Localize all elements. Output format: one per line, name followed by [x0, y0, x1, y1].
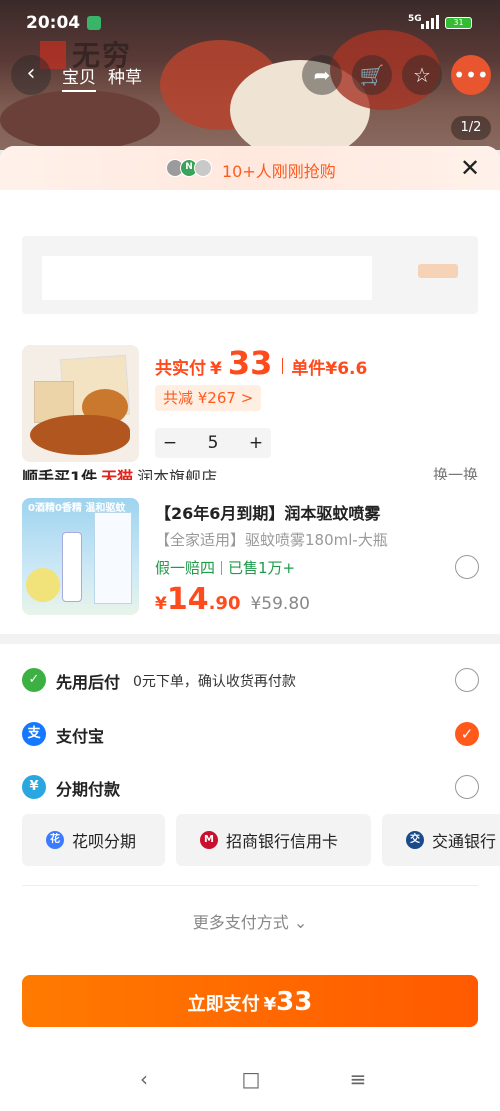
redacted-address: [42, 256, 372, 300]
installment-bocom[interactable]: 交交通银行: [382, 814, 500, 866]
image-shape: [30, 415, 130, 455]
recent-buyers-banner: N 10+人刚刚抢购 ✕: [0, 146, 500, 190]
image-counter: 1/2: [451, 116, 491, 140]
bocom-bank-icon: 交: [406, 831, 424, 849]
image-shape: [62, 532, 82, 602]
price-currency: ¥: [155, 594, 167, 614]
addon-product-title: 【26年6月到期】润本驱蚊喷雾: [155, 504, 381, 523]
image-shape: [94, 512, 132, 604]
more-payment-label: 更多支付方式: [192, 913, 289, 932]
payment-label: 分期付款: [56, 780, 121, 799]
tab-zhongcao[interactable]: 种草: [108, 63, 142, 92]
address-card[interactable]: [22, 236, 478, 314]
back-nav-icon[interactable]: ‹: [129, 1064, 159, 1094]
unit-price: 单件¥6.6: [291, 359, 368, 379]
price-separator: [282, 358, 284, 374]
installment-label: 招商银行信用卡: [226, 832, 339, 851]
share-icon[interactable]: ➦: [302, 55, 342, 95]
signal-icon: [421, 15, 439, 29]
store-name[interactable]: 润本旗舰店: [137, 468, 217, 480]
app-notification-icon: [87, 16, 101, 30]
huabei-icon: 花: [46, 831, 64, 849]
divider: [22, 885, 478, 886]
pay-button-label: 立即支付: [187, 994, 260, 1015]
guarantee-tag: 假一赔四: [155, 559, 216, 577]
product-image[interactable]: [22, 345, 139, 462]
quantity-value[interactable]: 5: [185, 433, 241, 453]
pay-now-button[interactable]: 立即支付 ¥ 33: [22, 975, 478, 1027]
nav-tabs: 宝贝 种草: [62, 63, 142, 92]
status-bar: 20:04 5G 31: [0, 0, 500, 46]
price-decimal: .90: [208, 593, 241, 614]
pay-later-icon: ✓: [22, 668, 46, 692]
addon-product-price: ¥ 14 .90 ¥59.80: [155, 582, 310, 617]
product-nav-bar: ‹ 宝贝 种草 ➦ 🛒 ☆ •••: [0, 52, 500, 98]
tmall-label: 天猫: [101, 468, 134, 480]
checkout-sheet: N 10+人刚刚抢购 ✕ 共实付 ¥ 33 单件¥6.6 共减 ¥267 > −…: [0, 146, 500, 1111]
payment-option-installment[interactable]: ¥ 分期付款: [0, 767, 500, 807]
installment-cmb[interactable]: M 招商银行信用卡: [176, 814, 371, 866]
addon-select-radio[interactable]: [455, 555, 479, 579]
payment-radio-checked[interactable]: ✓: [455, 722, 479, 746]
quantity-stepper: − 5 +: [155, 428, 271, 458]
payment-label: 支付宝: [56, 727, 105, 746]
installment-huabei[interactable]: 花花呗分期: [22, 814, 165, 866]
discount-badge[interactable]: 共减 ¥267 >: [155, 385, 262, 411]
payment-radio[interactable]: [455, 668, 479, 692]
favorite-star-icon[interactable]: ☆: [402, 55, 442, 95]
price-currency: ¥: [210, 359, 222, 379]
image-shape: [26, 568, 60, 602]
addon-title-prefix: 顺手买1件: [22, 468, 98, 480]
chevron-down-icon: ⌄: [293, 913, 308, 932]
sold-count-tag: 已售1万+: [228, 559, 296, 577]
addon-product-tags: 假一赔四 已售1万+: [155, 557, 295, 578]
price-integer: 14: [166, 582, 209, 617]
tag-separator: [221, 560, 223, 575]
decrease-button[interactable]: −: [155, 433, 185, 453]
addon-product-spec[interactable]: 【全家适用】驱蚊喷雾180ml-大瓶: [155, 529, 455, 550]
address-edit-link[interactable]: [418, 264, 458, 278]
payment-desc: 0元下单，确认收货再付款: [133, 674, 296, 690]
payment-label: 先用后付: [56, 673, 121, 692]
price-prefix: 共实付: [155, 359, 206, 379]
pay-button-currency: ¥: [263, 994, 277, 1015]
alipay-icon: 支: [22, 722, 46, 746]
increase-button[interactable]: +: [241, 433, 271, 453]
addon-product-image[interactable]: 0酒精0香精 温和驱蚊: [22, 498, 139, 615]
buyer-avatars: N: [166, 159, 212, 177]
status-time: 20:04: [26, 13, 81, 33]
pay-button-amount: 33: [276, 987, 313, 1017]
payment-option-alipay[interactable]: 支 支付宝 ✓: [0, 714, 500, 754]
payment-radio[interactable]: [455, 775, 479, 799]
payment-option-pay-later[interactable]: ✓ 先用后付 0元下单，确认收货再付款: [0, 660, 500, 700]
network-type: 5G: [408, 14, 422, 24]
tab-baobei[interactable]: 宝贝: [62, 63, 96, 92]
cart-icon[interactable]: 🛒: [352, 55, 392, 95]
recent-buyers-text: 10+人刚刚抢购: [222, 162, 336, 181]
section-divider: [0, 634, 500, 644]
original-price: ¥59.80: [250, 594, 310, 614]
total-price-line: 共实付 ¥ 33 单件¥6.6: [155, 344, 367, 382]
installment-icon: ¥: [22, 775, 46, 799]
photo-shape: [0, 90, 160, 150]
more-payment-methods[interactable]: 更多支付方式 ⌄: [0, 909, 500, 933]
close-icon[interactable]: ✕: [454, 152, 486, 184]
battery-icon: 31: [445, 17, 472, 29]
addon-section-header: 顺手买1件 天猫 润本旗舰店 换一换: [22, 462, 478, 480]
installment-options: 花花呗分期 M 招商银行信用卡 交交通银行: [22, 814, 500, 866]
addon-section-title: 顺手买1件 天猫 润本旗舰店: [22, 464, 352, 480]
home-nav-icon[interactable]: □: [236, 1064, 266, 1094]
system-nav-bar: ‹ □ ≡: [0, 1056, 500, 1101]
total-price: 33: [227, 344, 273, 382]
cmb-bank-icon: M: [200, 831, 218, 849]
installment-label: 交通银行: [432, 832, 497, 851]
more-icon[interactable]: •••: [451, 55, 491, 95]
installment-label: 花呗分期: [72, 832, 137, 851]
avatar: [194, 159, 212, 177]
recents-nav-icon[interactable]: ≡: [343, 1064, 373, 1094]
back-button[interactable]: ‹: [11, 55, 51, 95]
swap-button[interactable]: 换一换: [433, 464, 478, 480]
